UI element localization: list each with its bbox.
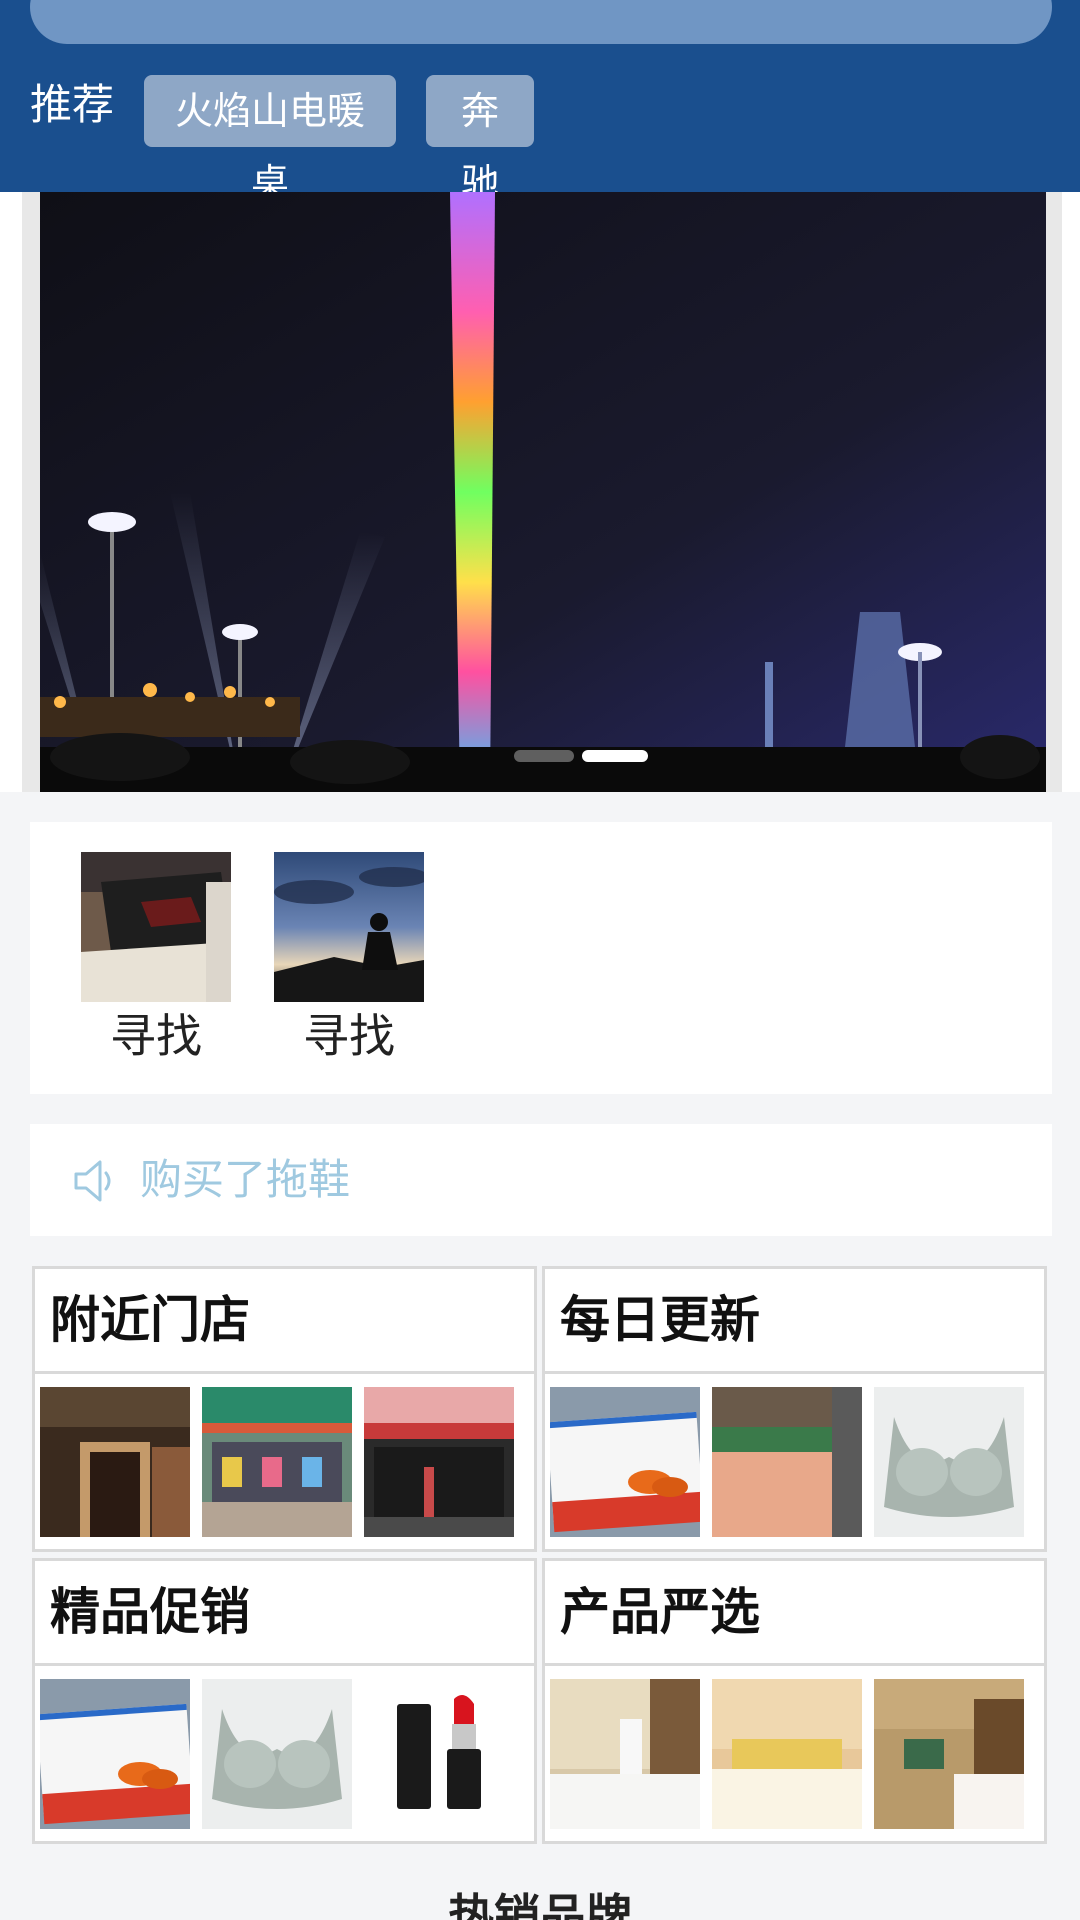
find-item[interactable]: 寻找 [81, 852, 231, 1066]
speaker-icon [74, 1160, 111, 1202]
product-thumbnail[interactable] [712, 1387, 862, 1537]
section-title: 精品促销 [50, 1583, 250, 1641]
banner-carousel[interactable] [0, 192, 1080, 792]
hot-brands-title: 热销品牌 [448, 1889, 632, 1920]
search-bar[interactable]: 搜索 [30, 0, 1052, 44]
product-thumbnail[interactable] [550, 1387, 700, 1537]
category-grid: 附近门店 每日更新 精品促销 产品严选 [32, 1266, 1050, 1846]
divider [545, 1663, 1044, 1666]
thumbnail-row [550, 1679, 1040, 1829]
recommend-chip[interactable]: 奔驰 [426, 75, 534, 205]
find-item[interactable]: 寻找 [274, 852, 424, 1066]
find-thumbnail[interactable] [274, 852, 424, 1002]
section-product-selection[interactable]: 产品严选 [542, 1558, 1047, 1844]
banner-image[interactable] [40, 192, 1046, 792]
product-thumbnail[interactable] [202, 1679, 352, 1829]
section-title: 附近门店 [50, 1291, 250, 1349]
find-label: 寻找 [110, 1009, 202, 1063]
find-label: 寻找 [303, 1009, 395, 1063]
store-thumbnail[interactable] [364, 1387, 514, 1537]
store-thumbnail[interactable] [202, 1387, 352, 1537]
divider [35, 1663, 534, 1666]
section-nearby-stores[interactable]: 附近门店 [32, 1266, 537, 1552]
notice-text: 购买了拖鞋 [140, 1155, 351, 1204]
recommend-label: 推荐 [30, 80, 115, 129]
notice-bar[interactable]: 购买了拖鞋 [30, 1124, 1052, 1236]
divider [35, 1371, 534, 1374]
section-title: 每日更新 [560, 1291, 760, 1349]
product-thumbnail[interactable] [364, 1679, 514, 1829]
room-thumbnail[interactable] [550, 1679, 700, 1829]
carousel-indicator [514, 750, 650, 762]
find-thumbnail[interactable] [81, 852, 231, 1002]
recommend-chip[interactable]: 火焰山电暖桌 [144, 75, 396, 205]
section-daily-updates[interactable]: 每日更新 [542, 1266, 1047, 1552]
search-input[interactable]: 搜索 [148, 0, 224, 4]
thumbnail-row [40, 1679, 530, 1829]
product-thumbnail[interactable] [40, 1679, 190, 1829]
section-title: 产品严选 [560, 1583, 760, 1641]
top-header: 搜索 推荐 火焰山电暖桌 奔驰 [0, 0, 1080, 205]
find-section: 寻找 寻找 [30, 822, 1052, 1094]
product-thumbnail[interactable] [874, 1387, 1024, 1537]
section-promotions[interactable]: 精品促销 [32, 1558, 537, 1844]
carousel-dot[interactable] [514, 750, 574, 762]
carousel-dot-active[interactable] [582, 750, 648, 762]
store-thumbnail[interactable] [40, 1387, 190, 1537]
thumbnail-row [40, 1387, 530, 1537]
thumbnail-row [550, 1387, 1040, 1537]
search-icon [75, 0, 135, 10]
room-thumbnail[interactable] [712, 1679, 862, 1829]
room-thumbnail[interactable] [874, 1679, 1024, 1829]
divider [545, 1371, 1044, 1374]
